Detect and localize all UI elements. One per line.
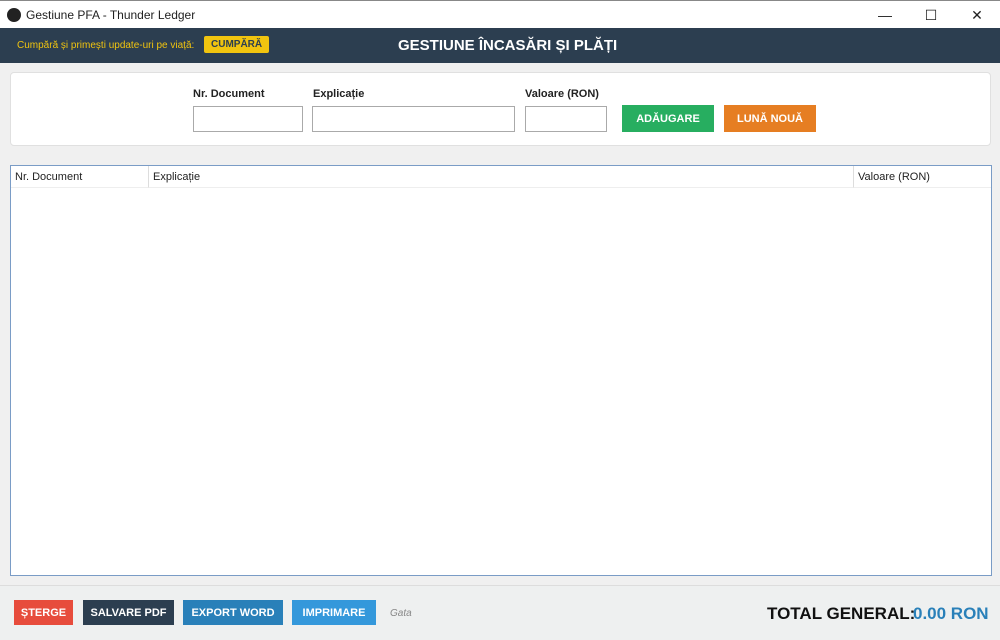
app-icon <box>7 7 21 22</box>
value-input[interactable] <box>525 106 607 132</box>
promo-text: Cumpără și primești update-uri pe viață: <box>17 40 195 51</box>
maximize-button[interactable]: ☐ <box>908 1 954 29</box>
header-banner: Cumpără și primești update-uri pe viață:… <box>0 28 1000 63</box>
buy-button[interactable]: CUMPĂRĂ <box>204 36 270 53</box>
total-value: 0.00 RON <box>913 604 989 623</box>
add-button[interactable]: ADĂUGARE <box>622 105 714 132</box>
entry-form: Nr. Document Explicație Valoare (RON) AD… <box>10 72 991 146</box>
explanation-input[interactable] <box>312 106 515 132</box>
entries-table[interactable]: Nr. Document Explicație Valoare (RON) <box>10 165 992 576</box>
minimize-button[interactable]: — <box>862 1 908 29</box>
total-label: TOTAL GENERAL: <box>767 604 916 623</box>
explanation-label: Explicație <box>313 88 365 100</box>
window-title: Gestiune PFA - Thunder Ledger <box>26 7 196 22</box>
doc-number-label: Nr. Document <box>193 88 265 100</box>
print-button[interactable]: IMPRIMARE <box>292 600 376 625</box>
doc-number-input[interactable] <box>193 106 303 132</box>
footer-bar: ȘTERGE SALVARE PDF EXPORT WORD IMPRIMARE… <box>0 585 1000 640</box>
column-header-doc-number[interactable]: Nr. Document <box>11 166 149 188</box>
title-bar: Gestiune PFA - Thunder Ledger — ☐ ✕ <box>0 0 1000 28</box>
new-month-button[interactable]: LUNĂ NOUĂ <box>724 105 816 132</box>
save-pdf-button[interactable]: SALVARE PDF <box>83 600 174 625</box>
column-header-value[interactable]: Valoare (RON) <box>854 166 991 188</box>
export-word-button[interactable]: EXPORT WORD <box>183 600 283 625</box>
value-label: Valoare (RON) <box>525 88 599 100</box>
delete-button[interactable]: ȘTERGE <box>14 600 73 625</box>
column-header-explanation[interactable]: Explicație <box>149 166 854 188</box>
status-text: Gata <box>390 608 412 619</box>
page-title: GESTIUNE ÎNCASĂRI ȘI PLĂȚI <box>398 37 618 54</box>
close-button[interactable]: ✕ <box>954 1 1000 29</box>
